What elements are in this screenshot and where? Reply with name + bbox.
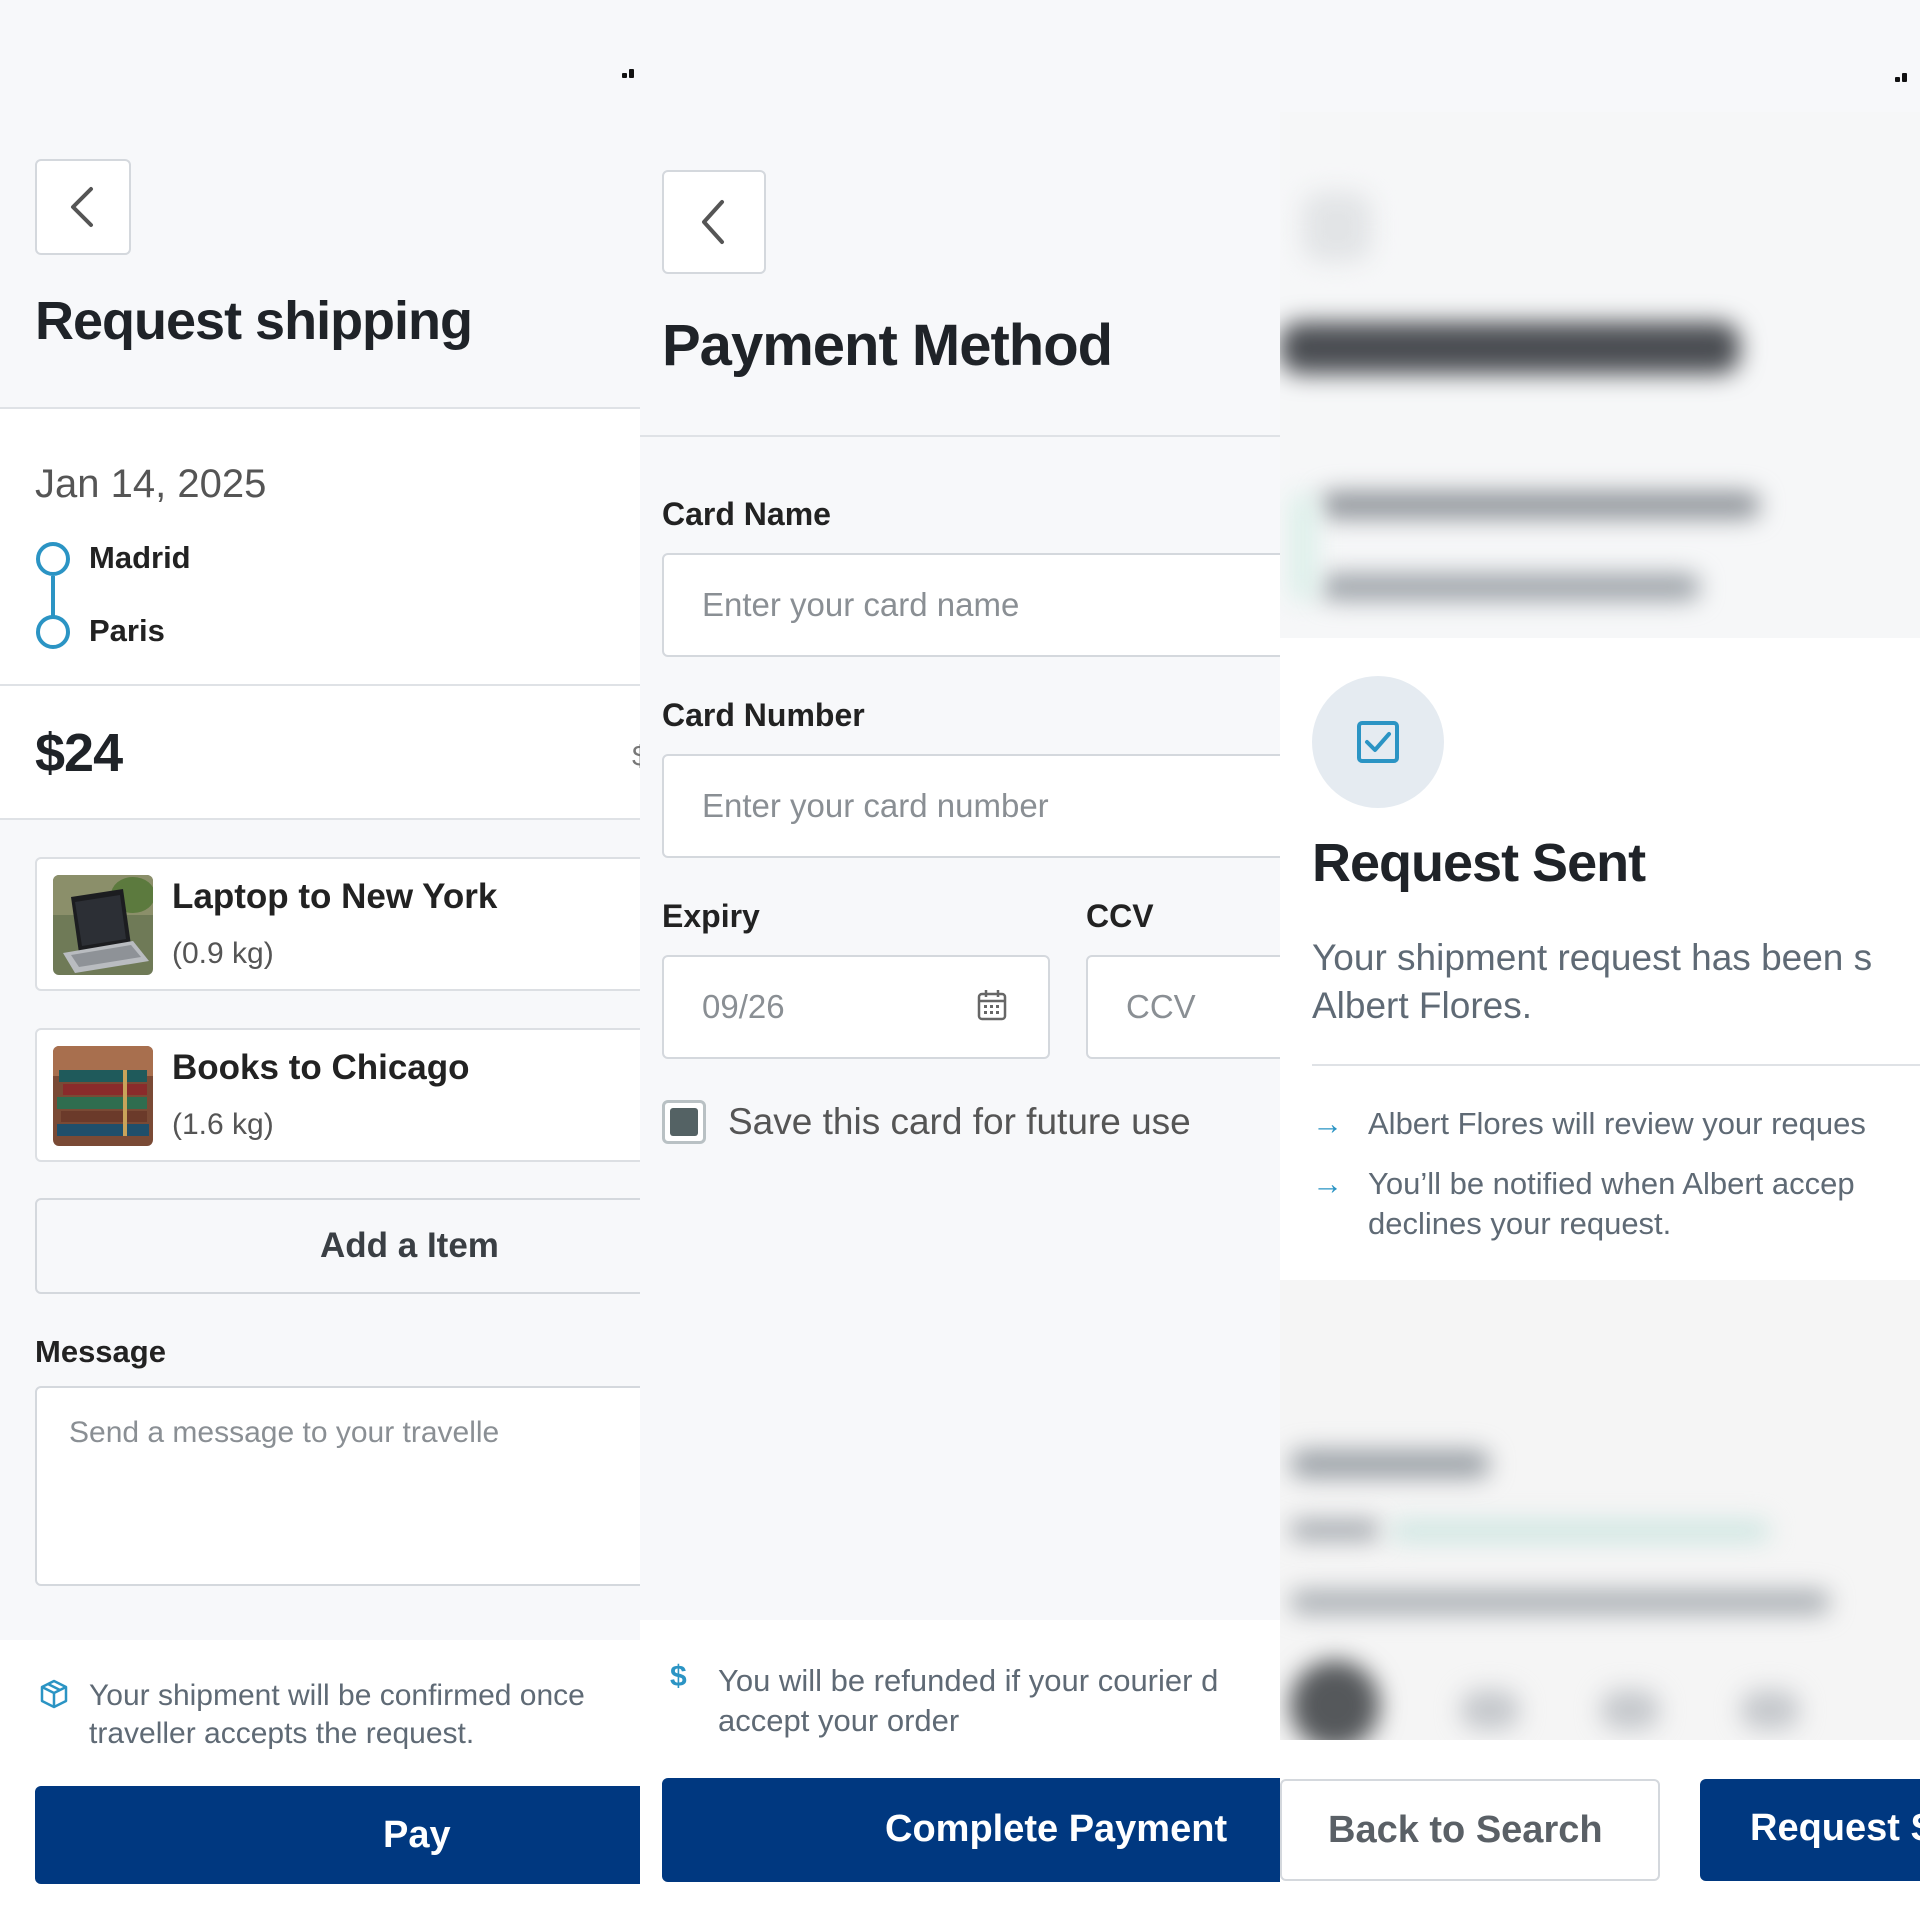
complete-payment-button[interactable]: Complete Payment <box>662 1778 1280 1882</box>
signal-icon <box>622 66 638 78</box>
payment-method-screen: Payment Method Card Name Card Number Exp… <box>640 0 1280 1920</box>
destination-marker-icon <box>36 615 70 649</box>
bullet-text-continued: declines your request. <box>1368 1206 1672 1241</box>
signal-icon <box>1895 70 1911 82</box>
origin-marker-icon <box>36 542 70 576</box>
item-card[interactable]: Laptop to New York (0.9 kg) <box>35 857 640 991</box>
package-icon <box>40 1679 68 1709</box>
pay-label: Pay <box>383 1814 451 1856</box>
ccv-label: CCV <box>1086 898 1154 934</box>
route-line <box>51 576 55 616</box>
page-title: Request Sent <box>1312 833 1646 893</box>
price: $24 <box>35 723 123 783</box>
checkbox-fill <box>670 1108 698 1136</box>
message-input[interactable] <box>35 1386 640 1586</box>
save-card-label: Save this card for future use <box>728 1101 1191 1142</box>
chevron-left-icon <box>71 187 93 227</box>
item-weight: (0.9 kg) <box>172 937 274 970</box>
complete-payment-label: Complete Payment <box>885 1808 1228 1850</box>
origin-city: Madrid <box>89 540 191 575</box>
chevron-left-icon <box>702 200 724 244</box>
ccv-input[interactable] <box>1086 955 1280 1059</box>
arrow-right-icon: → <box>1312 1166 1343 1201</box>
checkbox-check-icon <box>1357 721 1399 763</box>
confirmation-note-line2: traveller accepts the request. <box>89 1717 475 1750</box>
blurred-background <box>1280 1280 1920 1740</box>
item-card[interactable]: Books to Chicago (1.6 kg) <box>35 1028 640 1162</box>
request-label: Request S <box>1750 1807 1920 1849</box>
bullet-text: You’ll be notified when Albert accep <box>1368 1166 1855 1201</box>
request-button[interactable]: Request S <box>1700 1779 1920 1881</box>
expiry-label: Expiry <box>662 898 760 934</box>
add-item-label: Add a Item <box>320 1226 499 1265</box>
arrow-right-icon: → <box>1312 1106 1343 1141</box>
sent-message-line2: Albert Flores. <box>1312 985 1533 1026</box>
back-to-search-button[interactable]: Back to Search <box>1280 1779 1660 1881</box>
page-title: Request shipping <box>35 291 473 351</box>
dollar-icon: $ <box>670 1660 687 1693</box>
confirmation-note-line1: Your shipment will be confirmed once <box>89 1679 585 1712</box>
page-title: Payment Method <box>662 313 1113 378</box>
calendar-icon[interactable] <box>976 988 1008 1022</box>
check-badge <box>1312 676 1444 808</box>
sent-message-line1: Your shipment request has been s <box>1312 937 1873 978</box>
card-name-label: Card Name <box>662 496 831 532</box>
back-to-search-label: Back to Search <box>1328 1809 1603 1851</box>
bullet-text: Albert Flores will review your reques <box>1368 1106 1866 1141</box>
pay-button[interactable]: Pay <box>35 1786 640 1884</box>
back-button[interactable] <box>662 170 766 274</box>
divider <box>640 435 1280 437</box>
request-shipping-screen: Request shipping Jan 14, 2025 Madrid Par… <box>0 0 640 1920</box>
card-number-label: Card Number <box>662 697 865 733</box>
card-name-input[interactable] <box>662 553 1280 657</box>
item-name: Books to Chicago <box>172 1048 470 1087</box>
refund-note-line1: You will be refunded if your courier d <box>718 1663 1219 1698</box>
price-secondary: $ <box>632 740 640 774</box>
laptop-photo <box>53 875 153 975</box>
divider <box>1312 1064 1920 1066</box>
request-sent-screen: Request Sent Your shipment request has b… <box>1280 0 1920 1920</box>
books-photo <box>53 1046 153 1146</box>
save-card-checkbox[interactable] <box>662 1100 706 1144</box>
message-label: Message <box>35 1334 166 1369</box>
item-name: Laptop to New York <box>172 877 498 916</box>
trip-date: Jan 14, 2025 <box>35 462 267 506</box>
item-weight: (1.6 kg) <box>172 1108 274 1141</box>
blurred-background <box>1280 112 1920 638</box>
refund-note-line2: accept your order <box>718 1703 960 1738</box>
card-number-input[interactable] <box>662 754 1280 858</box>
back-button[interactable] <box>35 159 131 255</box>
add-item-button[interactable]: Add a Item <box>35 1198 640 1294</box>
destination-city: Paris <box>89 613 165 648</box>
divider <box>0 818 640 820</box>
